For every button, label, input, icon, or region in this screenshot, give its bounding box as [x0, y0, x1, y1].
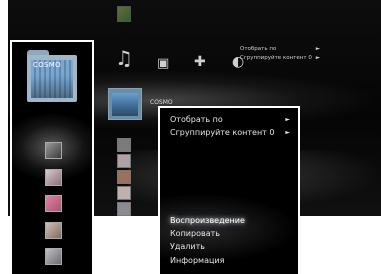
photo-thumbnail[interactable]: [117, 186, 131, 200]
menu-item-group-content[interactable]: Сгруппируйте контент 0 ►: [170, 128, 290, 137]
video-icon[interactable]: ▣: [157, 55, 169, 72]
photo-thumbnail[interactable]: [117, 6, 131, 22]
photo-thumbnail[interactable]: [117, 138, 131, 152]
background-glow: [160, 193, 298, 263]
menu-item-label: Сгруппируйте контент 0: [170, 128, 275, 137]
menu-item-delete[interactable]: Удалить: [170, 242, 205, 251]
arrow-right-icon: ►: [315, 46, 320, 52]
photo-thumbnail[interactable]: [45, 222, 62, 239]
music-icon[interactable]: ♫: [115, 48, 133, 68]
menu-item-sort[interactable]: Отобрать по ►: [170, 115, 290, 124]
menu-item-play[interactable]: Воспроизведение: [170, 216, 245, 225]
mini-context-menu: Отобрать по ► Сгруппируйте контент 0 ►: [240, 45, 320, 63]
game-icon[interactable]: ✚: [194, 54, 206, 71]
arrow-right-icon: ►: [285, 116, 290, 123]
folder-icon[interactable]: COSMO: [27, 50, 77, 102]
arrow-right-icon: ►: [315, 55, 320, 61]
photo-thumbnail[interactable]: [45, 142, 62, 159]
zoom-panel-folder: COSMO: [10, 40, 94, 274]
menu-item-info[interactable]: Информация: [170, 256, 224, 265]
zoom-panel-context-menu: Отобрать по ► Сгруппируйте контент 0 ► В…: [158, 106, 300, 274]
photo-thumbnail[interactable]: [45, 169, 62, 186]
folder-label: COSMO: [150, 99, 173, 106]
folder-name: COSMO: [33, 61, 61, 69]
photo-thumbnail[interactable]: [45, 248, 62, 265]
photo-thumbnail[interactable]: [117, 202, 131, 216]
mini-menu-item[interactable]: Отобрать по ►: [240, 45, 320, 54]
mini-menu-item[interactable]: Сгруппируйте контент 0 ►: [240, 54, 320, 63]
photo-thumbnail[interactable]: [117, 154, 131, 168]
mini-menu-label: Сгруппируйте контент 0: [240, 55, 312, 61]
menu-item-label: Отобрать по: [170, 115, 223, 124]
folder-thumbnail[interactable]: [108, 88, 142, 120]
folder-photo: [112, 93, 138, 116]
arrow-right-icon: ►: [285, 129, 290, 136]
photo-thumbnail[interactable]: [117, 170, 131, 184]
photo-thumbnail[interactable]: [45, 195, 62, 212]
menu-item-copy[interactable]: Копировать: [170, 229, 220, 238]
mini-menu-label: Отобрать по: [240, 46, 277, 52]
